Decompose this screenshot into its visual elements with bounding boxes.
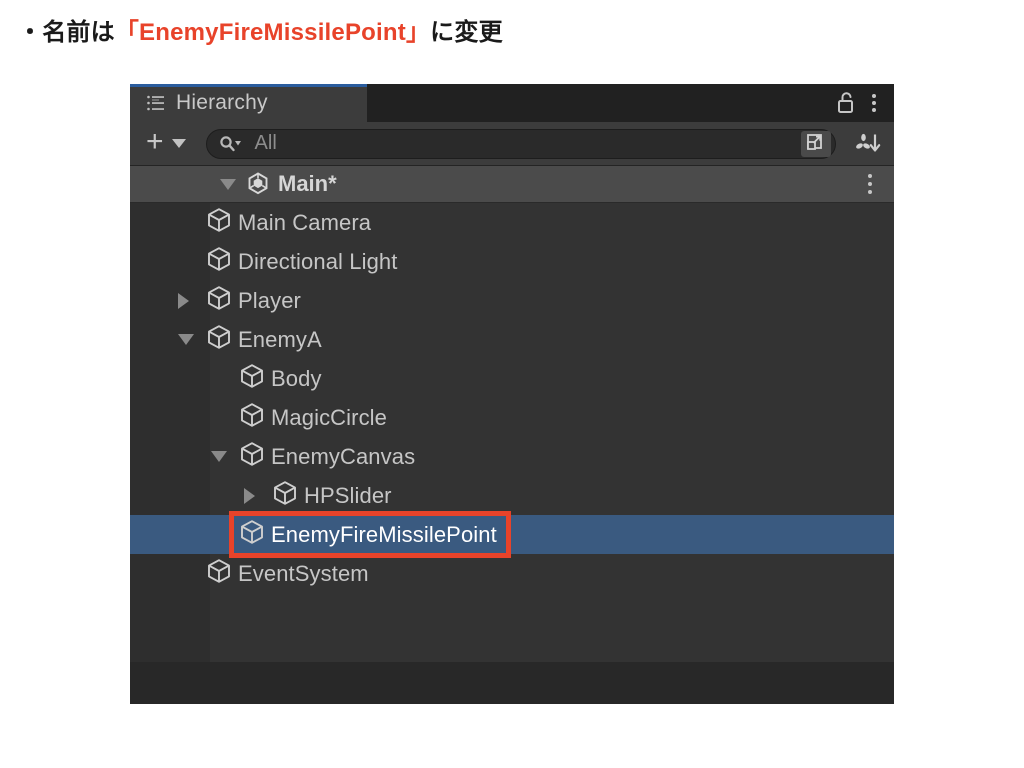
tree-row-enemyfiremissilepoint[interactable]: EnemyFireMissilePoint [130, 515, 894, 554]
tree-row-enemycanvas[interactable]: EnemyCanvas [130, 437, 894, 476]
tree-row-eventsystem[interactable]: EventSystem [130, 554, 894, 593]
gameobject-cube-icon [206, 285, 232, 316]
foldout-open-icon[interactable] [178, 334, 194, 345]
caption-prefix: 名前は [42, 19, 115, 46]
tree-row-body[interactable]: Body [130, 359, 894, 398]
tree-row-directional-light[interactable]: Directional Light [130, 242, 894, 281]
gameobject-cube-icon [206, 207, 232, 238]
tree-row-label: Player [238, 287, 301, 313]
tree-row-label: EventSystem [238, 560, 369, 586]
scene-row-main[interactable]: Main* [130, 166, 894, 203]
tree-row-label: Body [271, 365, 322, 391]
gameobject-cube-icon [239, 402, 265, 433]
lock-open-icon[interactable] [836, 91, 856, 115]
tree-row-main-camera[interactable]: Main Camera [130, 203, 894, 242]
sort-alphabetical-icon[interactable] [848, 129, 888, 159]
tree-row-label: HPSlider [304, 482, 392, 508]
caption-highlight-text: EnemyFireMissilePoint [139, 19, 406, 46]
kebab-menu-icon[interactable] [870, 91, 878, 115]
tree-row-label: EnemyFireMissilePoint [271, 521, 497, 547]
foldout-closed-icon[interactable] [244, 487, 255, 504]
scene-name-label: Main* [278, 171, 337, 196]
gameobject-cube-icon [206, 246, 232, 277]
search-input[interactable]: All [205, 128, 836, 159]
tree-row-label: EnemyCanvas [271, 443, 416, 469]
caption-bullet: ・ [18, 19, 43, 46]
caption-close-quote: 」 [405, 19, 431, 46]
expand-window-icon[interactable] [801, 130, 831, 157]
tree-row-hpslider[interactable]: HPSlider [130, 476, 894, 515]
scene-kebab-menu-icon[interactable] [868, 174, 872, 194]
unity-scene-icon [248, 172, 268, 195]
add-gameobject-button[interactable]: + [140, 124, 192, 159]
foldout-closed-icon[interactable] [178, 292, 189, 309]
panel-tabstrip: Hierarchy [130, 84, 894, 122]
hierarchy-row-list: Main Camera Directional Light Player EnemyA… [130, 203, 894, 593]
panel-header-controls [836, 84, 886, 122]
tree-row-label: MagicCircle [271, 404, 388, 430]
caption-suffix: に変更 [430, 19, 503, 46]
gameobject-cube-icon [272, 480, 298, 511]
tree-row-label: Main Camera [238, 209, 372, 235]
hierarchy-list-icon [147, 95, 164, 111]
hierarchy-tree: Main* Main Camera Directional Light Player… [130, 166, 894, 662]
gameobject-cube-icon [206, 558, 232, 589]
plus-icon: + [146, 124, 164, 158]
scene-foldout-icon[interactable] [220, 178, 236, 190]
hierarchy-panel: Hierarchy + All Main* Main Camera Direct… [130, 84, 894, 704]
gameobject-cube-icon [239, 363, 265, 394]
hierarchy-toolbar: + All [130, 122, 894, 166]
tree-row-enemya[interactable]: EnemyA [130, 320, 894, 359]
gameobject-cube-icon [206, 324, 232, 355]
search-placeholder-text: All [254, 132, 277, 154]
tabstrip-empty-area [367, 84, 894, 122]
tree-row-label: EnemyA [238, 326, 322, 352]
tree-row-player[interactable]: Player [130, 281, 894, 320]
page-title: ・名前は「EnemyFireMissilePoint」に変更 [18, 12, 503, 47]
chevron-down-icon [171, 139, 186, 148]
search-dropdown-icon[interactable] [219, 135, 245, 153]
tab-hierarchy[interactable]: Hierarchy [130, 84, 367, 122]
tree-row-label: Directional Light [238, 248, 398, 274]
caption-open-quote: 「 [114, 19, 140, 46]
foldout-open-icon[interactable] [211, 451, 227, 462]
tree-row-magiccircle[interactable]: MagicCircle [130, 398, 894, 437]
tab-hierarchy-label: Hierarchy [176, 91, 268, 114]
gameobject-cube-icon [239, 519, 265, 550]
gameobject-cube-icon [239, 441, 265, 472]
